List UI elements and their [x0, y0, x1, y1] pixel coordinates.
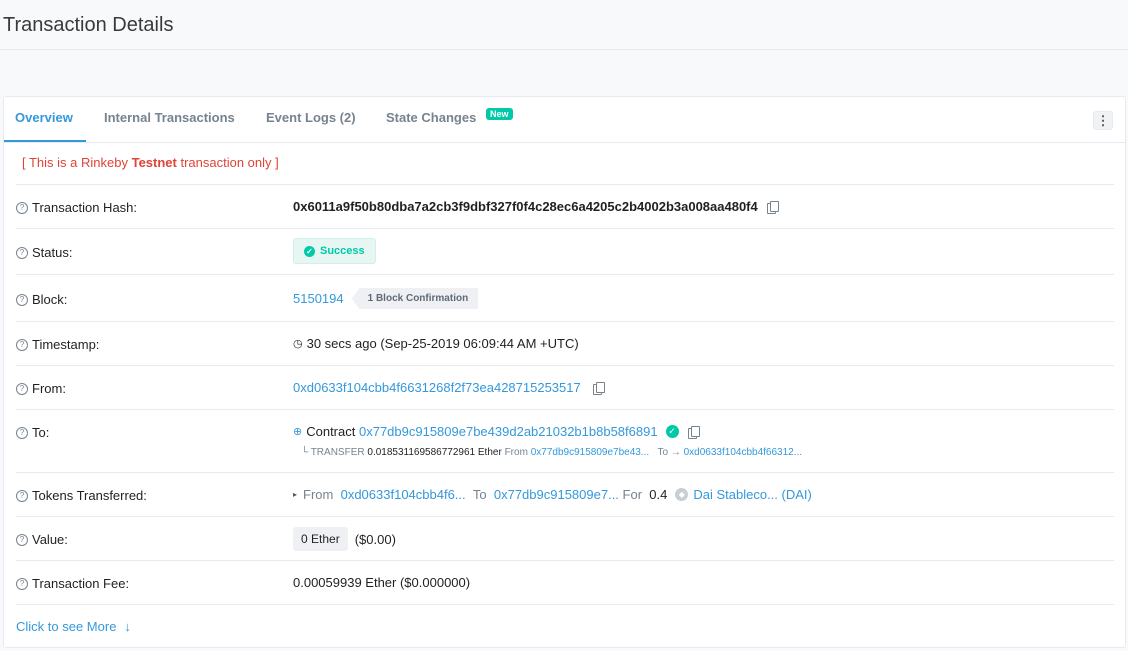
help-icon[interactable]: ?	[16, 246, 28, 259]
help-icon[interactable]: ?	[16, 201, 28, 214]
new-badge: New	[486, 108, 513, 120]
verified-check-icon: ✓	[665, 425, 679, 438]
status-label: ? Status:	[16, 245, 72, 260]
usd-value: ($0.00)	[354, 531, 396, 547]
status-value-row: ✓ Success	[293, 238, 376, 264]
page-title: Transaction Details	[3, 14, 174, 36]
title-divider	[0, 49, 1128, 50]
transaction-hash: 0x6011a9f50b80dba7a2cb3f9dbf327f0f4c28ec…	[293, 199, 758, 214]
token-amount: 0.4	[649, 487, 668, 502]
tab-event-logs[interactable]: Event Logs (2)	[266, 110, 356, 125]
status-badge: ✓ Success	[293, 238, 376, 264]
arrow-down-icon: ↓	[124, 619, 131, 634]
from-address-link[interactable]: 0xd0633f104cbb4f6631268f2f73ea4287152535…	[293, 380, 581, 395]
help-icon[interactable]: ?	[16, 338, 28, 351]
help-icon[interactable]: ?	[16, 577, 28, 590]
block-label: ? Block:	[16, 292, 67, 307]
row-divider	[16, 365, 1114, 366]
tree-branch-icon: └	[301, 447, 309, 458]
transaction-card: Overview Internal Transactions Event Log…	[3, 96, 1126, 648]
token-name-link[interactable]: Dai Stableco... (DAI)	[693, 487, 812, 502]
block-value-row: 5150194 1 Block Confirmation	[293, 288, 479, 309]
row-divider	[16, 560, 1114, 561]
block-number-link[interactable]: 5150194	[293, 291, 344, 306]
internal-transfer-line: └ TRANSFER 0.018531169586772961 Ether Fr…	[301, 447, 803, 458]
tokens-value-row: ▸ From 0xd0633f104cbb4f6... To 0x77db9c9…	[293, 487, 812, 502]
token-to-link[interactable]: 0x77db9c915809e7...	[494, 487, 619, 502]
clock-icon: ◷	[293, 338, 303, 350]
more-options-button[interactable]: ⋮	[1093, 111, 1113, 130]
timestamp-value: 30 secs ago (Sep-25-2019 06:09:44 AM +UT…	[306, 336, 579, 351]
copy-icon[interactable]	[766, 200, 779, 214]
help-icon[interactable]: ?	[16, 382, 28, 395]
ether-value-badge: 0 Ether	[293, 527, 348, 551]
contract-search-icon: ⊕	[293, 426, 303, 438]
transaction-fee: 0.00059939 Ether ($0.000000)	[293, 575, 471, 590]
help-icon[interactable]: ?	[16, 426, 28, 439]
fee-label: ? Transaction Fee:	[16, 576, 129, 591]
from-label: ? From:	[16, 381, 66, 396]
tab-internal-transactions[interactable]: Internal Transactions	[104, 110, 235, 125]
vertical-dots-icon: ⋮	[1096, 113, 1110, 128]
copy-icon[interactable]	[687, 425, 700, 439]
tab-overview[interactable]: Overview	[15, 110, 73, 125]
row-divider	[16, 321, 1114, 322]
copy-icon[interactable]	[592, 381, 605, 395]
fee-value-row: 0.00059939 Ether ($0.000000)	[293, 575, 470, 590]
tab-state-changes[interactable]: State Changes	[386, 110, 476, 125]
value-row: 0 Ether ($0.00)	[293, 527, 396, 551]
hash-value-row: 0x6011a9f50b80dba7a2cb3f9dbf327f0f4c28ec…	[293, 199, 779, 214]
check-circle-icon: ✓	[304, 245, 315, 257]
tab-bar: Overview Internal Transactions Event Log…	[4, 97, 1125, 143]
timestamp-label: ? Timestamp:	[16, 337, 99, 352]
value-label: ? Value:	[16, 532, 68, 547]
caret-right-icon[interactable]: ▸	[293, 490, 297, 499]
help-icon[interactable]: ?	[16, 293, 28, 306]
help-icon[interactable]: ?	[16, 489, 28, 502]
token-from-link[interactable]: 0xd0633f104cbb4f6...	[341, 487, 466, 502]
row-divider	[16, 472, 1114, 473]
transfer-to-link[interactable]: 0xd0633f104cbb4f66312...	[684, 447, 802, 458]
help-icon[interactable]: ?	[16, 533, 28, 546]
transfer-from-link[interactable]: 0x77db9c915809e7be43...	[531, 447, 649, 458]
dai-token-icon: ◆	[675, 488, 689, 501]
row-divider	[16, 516, 1114, 517]
row-divider	[16, 604, 1114, 605]
row-divider	[16, 184, 1114, 185]
row-divider	[16, 274, 1114, 275]
timestamp-value-row: ◷ 30 secs ago (Sep-25-2019 06:09:44 AM +…	[293, 336, 579, 351]
active-tab-indicator	[4, 140, 86, 142]
hash-label: ? Transaction Hash:	[16, 200, 137, 215]
row-divider	[16, 409, 1114, 410]
contract-address-link[interactable]: 0x77db9c915809e7be439d2ab21032b1b8b58f68…	[359, 424, 658, 439]
to-label: ? To:	[16, 425, 49, 440]
to-value-row: ⊕ Contract 0x77db9c915809e7be439d2ab2103…	[293, 424, 700, 439]
tokens-label: ? Tokens Transferred:	[16, 488, 147, 503]
testnet-notice: [ This is a Rinkeby Testnet transaction …	[22, 155, 279, 170]
see-more-link[interactable]: Click to see More ↓	[16, 619, 131, 634]
row-divider	[16, 228, 1114, 229]
confirmations-badge: 1 Block Confirmation	[351, 288, 479, 309]
from-value-row: 0xd0633f104cbb4f6631268f2f73ea4287152535…	[293, 380, 605, 395]
arrow-right-icon: →	[670, 447, 681, 458]
